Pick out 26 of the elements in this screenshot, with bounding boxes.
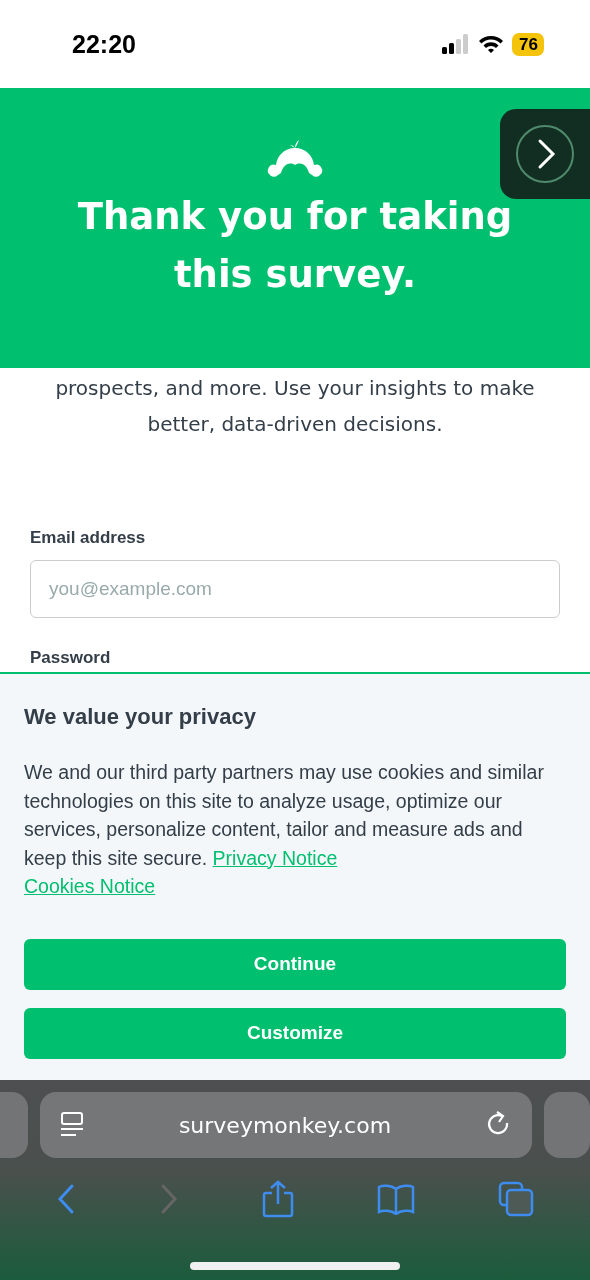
share-button[interactable] — [261, 1180, 294, 1218]
bookmarks-button[interactable] — [377, 1183, 416, 1215]
notice-link[interactable]: Cookies Notice — [24, 875, 156, 897]
battery-level: 76 — [512, 32, 544, 56]
field-label: Email address — [30, 528, 146, 548]
next-button[interactable] — [500, 109, 590, 199]
customize-button[interactable]: Customize — [24, 1007, 566, 1059]
signal-icon — [442, 34, 471, 54]
tabs-button[interactable] — [498, 1181, 535, 1217]
field-label: Password — [30, 648, 111, 668]
reader-icon — [60, 1112, 85, 1138]
monkey-logo-icon — [266, 140, 324, 178]
address-bar[interactable]: surveymonkey.com — [40, 1092, 532, 1158]
email-field[interactable]: you@example.com — [30, 560, 560, 618]
intro-text: prospects, and more. Use your insights to make better, data-driven decisions. — [54, 375, 536, 438]
notice-link[interactable]: Privacy Notice — [212, 846, 338, 869]
banner-text: We and our third party partners may use cookies and similar technologies on this site to analyze usage, optimize our services, personalize content, tailor and measure ads and keep this site secure. Privacy Notice Cookies Notice — [24, 760, 545, 899]
url-text: surveymonkey.com — [178, 1112, 392, 1138]
clock: 22:20 — [72, 29, 136, 59]
chevron-right-icon — [515, 124, 575, 184]
continue-button[interactable]: Continue — [24, 938, 566, 990]
banner-title: We value your privacy — [24, 704, 257, 730]
tab-preview[interactable] — [543, 1092, 590, 1158]
page-title: Thank you for taking this survey. — [76, 194, 514, 298]
wifi-icon — [478, 34, 505, 54]
back-button[interactable] — [55, 1183, 76, 1215]
